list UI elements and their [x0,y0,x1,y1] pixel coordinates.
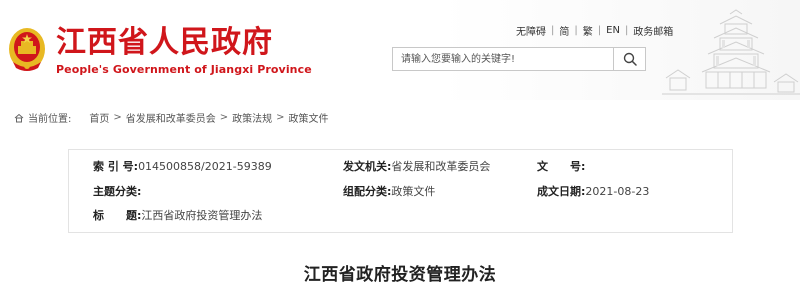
issuer-value: 省发展和改革委员会 [391,160,491,173]
search-input[interactable] [393,48,613,70]
search-icon [623,52,637,66]
breadcrumb-separator: > [113,112,122,123]
title-label: 标 题: [93,209,142,222]
index-number-row: 索 引 号:014500858/2021-59389 [93,160,272,174]
group-value: 政策文件 [391,185,436,198]
subject-label: 主题分类: [93,185,142,198]
site-header: 江西省人民政府 People's Government of Jiangxi P… [0,0,800,100]
simplified-chinese-link[interactable]: 简 [559,23,569,38]
group-label: 组配分类: [343,185,392,198]
national-emblem-icon [9,28,45,71]
doc-number-row: 文 号: [537,160,585,174]
location-icon [14,113,24,122]
breadcrumb-bar: 当前位置: 首页 > 省发展和改革委员会 > 政策法规 > 政策文件 [0,100,800,132]
breadcrumb-policy-docs[interactable]: 政策文件 [289,110,329,125]
search-box [392,47,646,71]
subject-row: 主题分类: [93,185,141,199]
accessibility-link[interactable]: 无障碍 [516,23,546,38]
date-value: 2021-08-23 [585,185,650,198]
issuer-row: 发文机关:省发展和改革委员会 [343,160,490,174]
title-value: 江西省政府投资管理办法 [141,209,263,222]
breadcrumb-separator: > [219,112,229,123]
pavilion-illustration [662,9,800,95]
traditional-chinese-link[interactable]: 繁 [583,23,593,38]
search-button[interactable] [613,48,645,70]
breadcrumb-separator: > [276,112,285,123]
site-title[interactable]: 江西省人民政府 [56,26,273,60]
date-label: 成文日期: [537,185,586,198]
index-number-label: 索 引 号: [93,160,139,173]
link-separator: | [551,24,555,36]
top-links: 无障碍 | 简 | 繁 | EN | 政务邮箱 [516,22,673,38]
breadcrumb-home[interactable]: 首页 [89,110,109,125]
doc-number-label: 文 号: [537,160,586,173]
site-subtitle: People's Government of Jiangxi Province [56,63,312,76]
breadcrumb-label: 当前位置: [28,114,72,125]
english-link[interactable]: EN [606,25,620,36]
link-separator: | [574,24,578,36]
link-separator: | [597,24,602,36]
document-title: 江西省政府投资管理办法 [303,265,497,285]
date-row: 成文日期:2021-08-23 [537,185,649,199]
breadcrumb: 当前位置: 首页 > 省发展和改革委员会 > 政策法规 > 政策文件 [14,110,329,125]
document-info-box: 索 引 号:014500858/2021-59389 发文机关:省发展和改革委员… [68,149,733,233]
title-row: 标 题:江西省政府投资管理办法 [93,209,262,223]
breadcrumb-policy[interactable]: 政策法规 [232,110,272,125]
link-separator: | [624,24,629,36]
breadcrumb-ndrc[interactable]: 省发展和改革委员会 [126,110,216,125]
index-number-value: 014500858/2021-59389 [138,160,272,173]
group-row: 组配分类:政策文件 [343,185,435,199]
issuer-label: 发文机关: [343,160,392,173]
